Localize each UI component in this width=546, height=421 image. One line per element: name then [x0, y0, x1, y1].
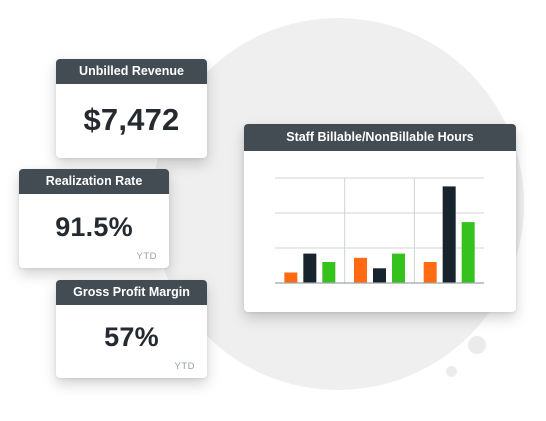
chart-bar [303, 253, 317, 283]
gross-profit-margin-period: YTD [174, 361, 195, 372]
chart-bar [392, 253, 405, 283]
staff-hours-chart-card: Staff Billable/NonBillable Hours [244, 124, 516, 312]
gross-profit-margin-value: 57% [104, 322, 159, 352]
chart-bar [461, 222, 475, 283]
unbilled-revenue-card: Unbilled Revenue $7,472 [56, 59, 207, 158]
chart-bar [442, 186, 456, 283]
chart-bar [423, 262, 437, 283]
chart-bar [373, 268, 386, 283]
staff-hours-chart-title: Staff Billable/NonBillable Hours [244, 124, 516, 151]
chart-bar [354, 257, 367, 283]
realization-rate-value: 91.5% [55, 212, 133, 242]
staff-hours-chart [275, 177, 484, 284]
realization-rate-card: Realization Rate 91.5% YTD [19, 169, 169, 268]
realization-rate-title: Realization Rate [19, 169, 169, 194]
decorative-dot [446, 366, 457, 377]
gross-profit-margin-title: Gross Profit Margin [56, 280, 207, 305]
gross-profit-margin-card: Gross Profit Margin 57% YTD [56, 280, 207, 378]
chart-bar [284, 272, 298, 283]
decorative-dot [468, 336, 486, 354]
realization-rate-period: YTD [136, 251, 157, 262]
unbilled-revenue-title: Unbilled Revenue [56, 59, 207, 84]
chart-bar [322, 262, 336, 283]
unbilled-revenue-value: $7,472 [83, 102, 180, 137]
